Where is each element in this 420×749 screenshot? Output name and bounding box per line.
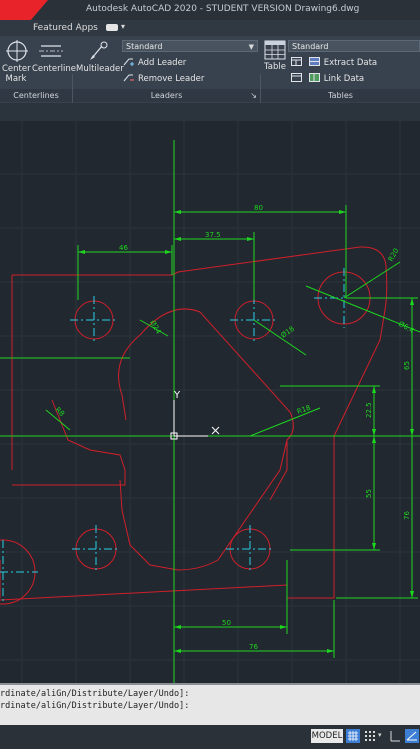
centerline-icon: [39, 45, 63, 57]
polar-tracking-icon[interactable]: [405, 729, 419, 743]
add-leader-label: Add Leader: [138, 58, 187, 68]
drawing-tab-strip: [0, 103, 420, 121]
table-style-value: Standard: [292, 42, 329, 51]
snap-icon[interactable]: [363, 729, 377, 743]
chevron-down-icon: ▼: [248, 43, 254, 51]
multileader-label: Multileader: [76, 64, 124, 74]
dimension-arrows: [78, 210, 414, 653]
extract-data-label: Extract Data: [323, 58, 378, 68]
dim-50: 50: [222, 619, 231, 627]
center-mark-label: Center Mark: [2, 64, 31, 84]
grid: [0, 121, 420, 683]
drawing-canvas[interactable]: 80 37.5 46 R20 Ø6.4 65 Ø24 Ø18 22.5 R8 R…: [0, 121, 420, 683]
dim-55: 55: [365, 489, 373, 498]
ucs-y-label: Y: [173, 390, 181, 401]
title-bar: Autodesk AutoCAD 2020 - STUDENT VERSION …: [0, 0, 420, 20]
ucs-icon: [170, 400, 220, 440]
multileader-button[interactable]: Multileader: [76, 40, 124, 74]
menu-bar: Featured Apps ▾: [0, 20, 420, 36]
dim-76-horizontal: 76: [249, 643, 258, 651]
panel-launcher-icon[interactable]: ↘: [250, 89, 257, 102]
leader-style-value: Standard: [126, 42, 163, 51]
dim-37-5: 37.5: [205, 231, 221, 239]
remove-leader-label: Remove Leader: [138, 74, 205, 84]
link-data-icon: [291, 73, 302, 82]
center-mark-button[interactable]: Center Mark: [2, 40, 32, 84]
centerline-label: Centerline: [32, 64, 76, 74]
centerline-button[interactable]: Centerline: [32, 40, 76, 74]
table-icon: [264, 40, 286, 60]
video-icon[interactable]: [106, 24, 118, 31]
table-style-select[interactable]: Standard: [288, 40, 420, 52]
centerlines-panel-title[interactable]: Centerlines: [0, 89, 72, 102]
window-title: Autodesk AutoCAD 2020 - STUDENT VERSION …: [86, 4, 360, 14]
dim-r20: R20: [387, 247, 401, 263]
model-space-button[interactable]: MODEL: [311, 729, 343, 743]
leaders-panel-title[interactable]: Leaders ↘: [73, 89, 260, 102]
command-history-line: rdinate/aliGn/Distribute/Layer/Undo]:: [0, 701, 190, 711]
extract-data-button[interactable]: Extract Data: [291, 57, 377, 68]
dim-dia-24: Ø24: [148, 319, 162, 336]
table-button[interactable]: Table: [262, 40, 288, 72]
remove-leader-icon: [123, 74, 134, 82]
dim-dia-18: Ø18: [280, 325, 296, 340]
center-mark-icon: [6, 40, 28, 62]
data-extract-table-icon: [308, 57, 320, 66]
ortho-icon[interactable]: [388, 729, 402, 743]
ribbon: Center Mark Centerline Multileader Stand…: [0, 36, 420, 138]
leaders-panel-label: Leaders: [150, 91, 183, 100]
chevron-down-icon[interactable]: ▾: [121, 22, 125, 31]
dim-76-vertical: 76: [403, 511, 411, 520]
tables-panel-title[interactable]: Tables: [261, 89, 420, 102]
dim-65: 65: [403, 361, 411, 370]
grid-icon[interactable]: [346, 729, 360, 743]
multileader-icon: [90, 41, 108, 60]
dim-80: 80: [254, 204, 263, 212]
link-table-icon: [308, 73, 320, 82]
add-leader-icon: [123, 58, 134, 66]
remove-leader-button[interactable]: Remove Leader: [123, 73, 204, 84]
leader-style-select[interactable]: Standard ▼: [122, 40, 258, 52]
dim-22-5: 22.5: [365, 402, 373, 418]
dim-46: 46: [119, 244, 128, 252]
command-history[interactable]: rdinate/aliGn/Distribute/Layer/Undo]: rd…: [0, 683, 420, 727]
command-history-line: rdinate/aliGn/Distribute/Layer/Undo]:: [0, 689, 190, 699]
dimension-labels: 80 37.5 46 R20 Ø6.4 65 Ø24 Ø18 22.5 R8 R…: [54, 204, 416, 651]
tab-featured-apps[interactable]: Featured Apps: [33, 23, 98, 33]
add-leader-button[interactable]: Add Leader: [123, 57, 186, 68]
table-label: Table: [264, 62, 286, 72]
link-data-label: Link Data: [323, 74, 365, 84]
status-bar: MODEL ▾: [0, 725, 420, 749]
drawing-svg[interactable]: 80 37.5 46 R20 Ø6.4 65 Ø24 Ø18 22.5 R8 R…: [0, 121, 420, 683]
chevron-down-icon[interactable]: ▾: [378, 731, 382, 739]
extract-data-icon: [291, 57, 302, 66]
link-data-button[interactable]: Link Data: [291, 73, 364, 84]
